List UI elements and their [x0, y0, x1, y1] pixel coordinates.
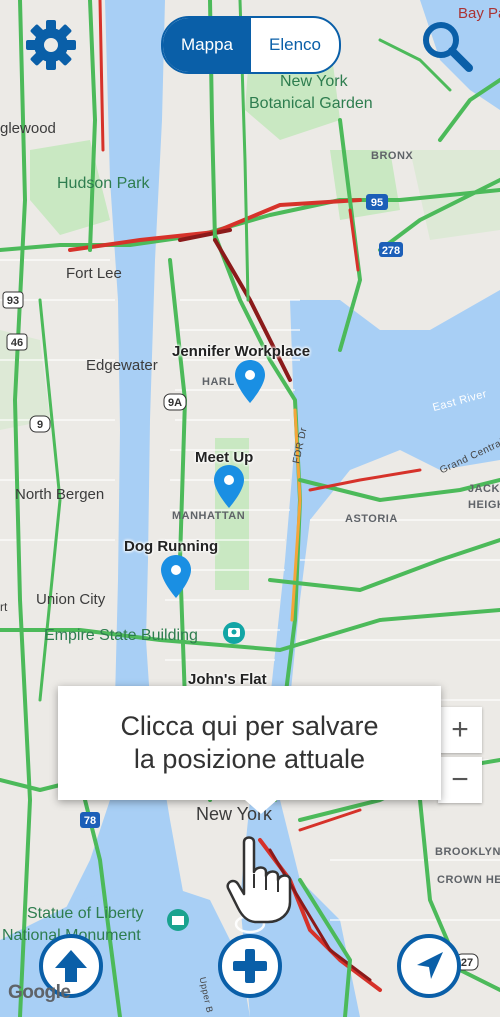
map-label-botanical-2: Botanical Garden [249, 95, 373, 112]
map-label-jackson: JACK [468, 483, 500, 495]
map-label-englewood: glewood [0, 120, 56, 137]
arrow-up-icon [55, 950, 87, 982]
map-label-astoria: ASTORIA [345, 513, 398, 525]
map-label-hudson-park: Hudson Park [57, 175, 150, 192]
map-label-edgewater: Edgewater [86, 357, 158, 374]
map-label-union-city: Union City [36, 591, 106, 608]
plus-icon [233, 949, 267, 983]
svg-text:93: 93 [7, 295, 19, 307]
svg-text:278: 278 [382, 245, 400, 257]
add-location-button[interactable] [218, 934, 282, 998]
map-label-rt: rt [0, 600, 8, 614]
tab-map[interactable]: Mappa [163, 18, 251, 72]
map-label-fort-lee: Fort Lee [66, 265, 122, 282]
map-label-botanical-1: New York [280, 73, 348, 90]
google-attribution: Google [8, 982, 71, 1003]
svg-text:46: 46 [11, 337, 23, 349]
map-label-harlem: HARL [202, 376, 235, 388]
svg-text:78: 78 [84, 815, 96, 827]
save-location-tooltip: Clicca qui per salvare la posizione attu… [58, 686, 441, 814]
zoom-in-button[interactable]: + [438, 707, 482, 753]
map-label-bronx: BRONX [371, 150, 414, 162]
search-icon [423, 22, 473, 72]
pin-label-dog-running[interactable]: Dog Running [124, 538, 218, 555]
svg-text:9A: 9A [168, 397, 182, 409]
svg-text:95: 95 [371, 197, 383, 209]
pointing-hand-icon [226, 836, 292, 934]
settings-button[interactable] [24, 18, 78, 72]
map-label-brooklyn: BROOKLYN [435, 846, 500, 858]
location-pin-icon[interactable] [233, 359, 267, 405]
map-label-crown-heights: CROWN HE [437, 874, 500, 886]
locate-me-button[interactable] [397, 934, 461, 998]
map-label-north-bergen: North Bergen [15, 486, 105, 503]
svg-text:9: 9 [37, 419, 43, 431]
pin-label-jennifer-workplace[interactable]: Jennifer Workplace [172, 343, 310, 360]
svg-text:27: 27 [461, 957, 473, 969]
map-label-empire-state: Empire State Building [44, 627, 198, 644]
map-label-heights: HEIGH [468, 499, 500, 511]
tooltip-text: Clicca qui per salvare la posizione attu… [120, 711, 379, 774]
zoom-out-button[interactable]: − [438, 757, 482, 803]
gear-icon [26, 20, 76, 70]
location-pin-icon[interactable] [212, 464, 246, 510]
tab-list[interactable]: Elenco [251, 18, 339, 72]
view-toggle[interactable]: Mappa Elenco [161, 16, 341, 74]
location-pin-icon[interactable] [159, 554, 193, 600]
map-label-manhattan: MANHATTAN [172, 510, 246, 522]
map-label-statue-liberty: Statue of Liberty [27, 905, 144, 922]
search-button[interactable] [419, 18, 477, 76]
navigation-arrow-icon [417, 952, 443, 979]
